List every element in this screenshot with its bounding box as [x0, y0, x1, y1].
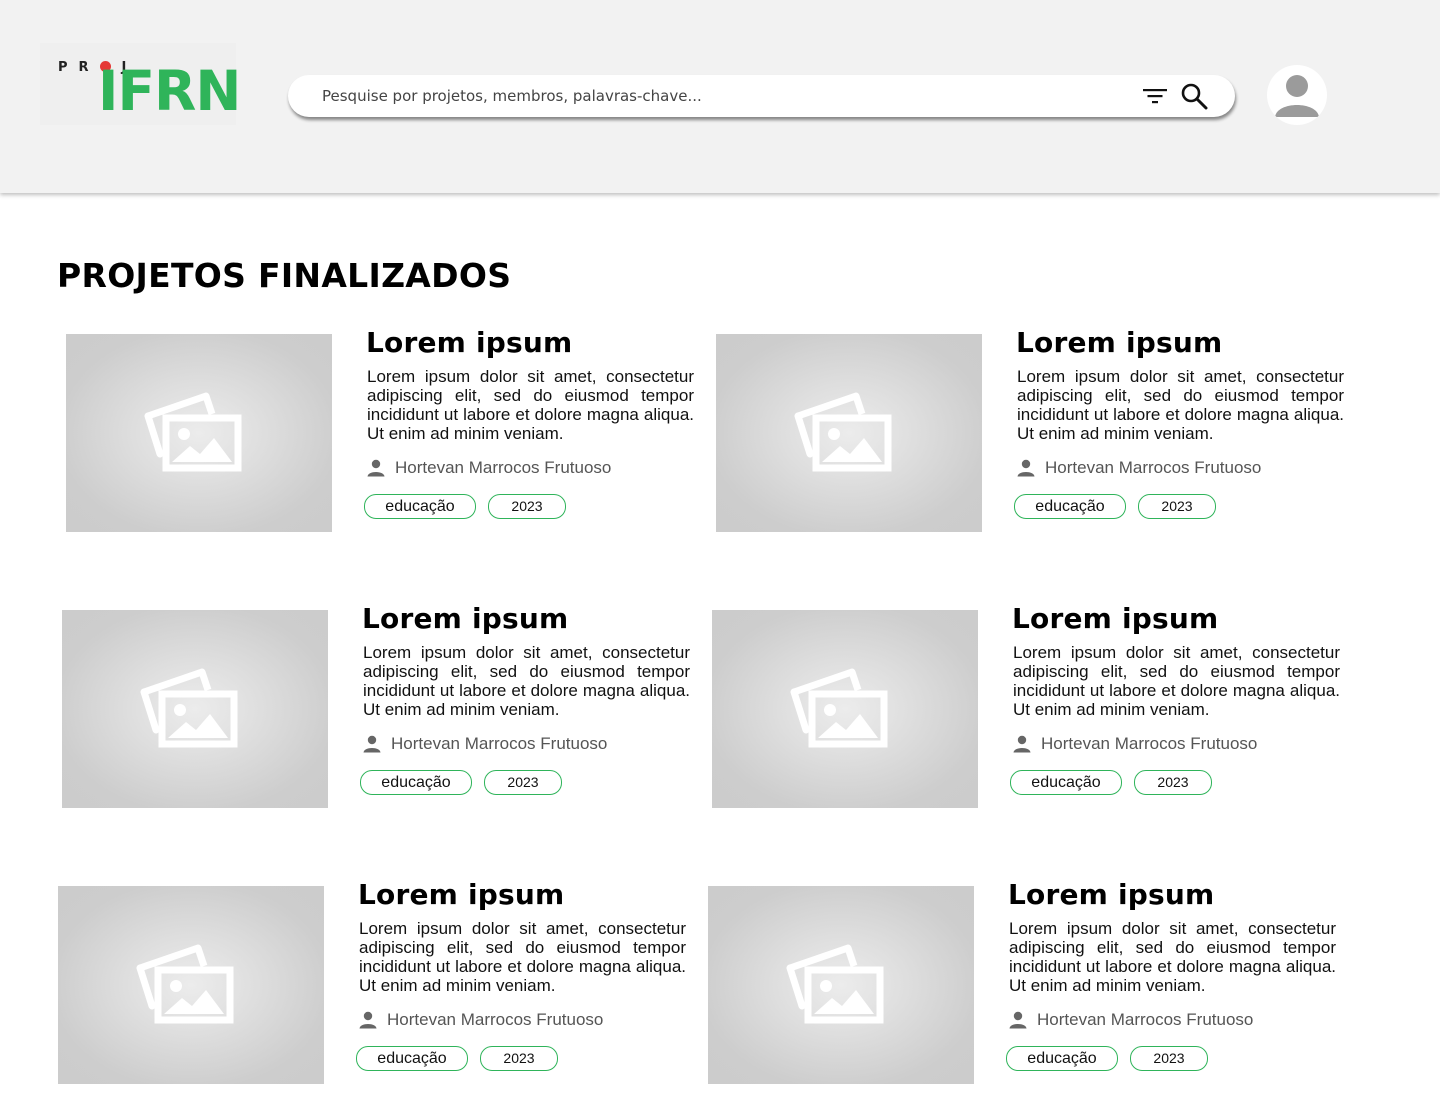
category-tag[interactable]: educação: [364, 494, 476, 519]
person-icon: [359, 1011, 377, 1029]
category-tag[interactable]: educação: [360, 770, 472, 795]
project-card[interactable]: Lorem ipsum Lorem ipsum dolor sit amet, …: [708, 878, 1348, 1086]
page-title: PROJETOS FINALIZADOS: [57, 256, 512, 295]
project-description: Lorem ipsum dolor sit amet, consectetur …: [363, 643, 690, 719]
project-description: Lorem ipsum dolor sit amet, consectetur …: [1017, 367, 1344, 443]
project-author-name: Hortevan Marrocos Frutuoso: [387, 1010, 604, 1029]
project-author-name: Hortevan Marrocos Frutuoso: [1041, 734, 1258, 753]
project-card[interactable]: Lorem ipsum Lorem ipsum dolor sit amet, …: [58, 878, 698, 1086]
project-author[interactable]: Hortevan Marrocos Frutuoso: [1017, 457, 1261, 479]
project-thumbnail[interactable]: [62, 610, 328, 808]
person-icon: [1009, 1011, 1027, 1029]
year-tag[interactable]: 2023: [1134, 770, 1212, 795]
project-title[interactable]: Lorem ipsum: [1012, 602, 1218, 635]
image-placeholder-icon: [790, 668, 888, 748]
project-card[interactable]: Lorem ipsum Lorem ipsum dolor sit amet, …: [62, 602, 702, 810]
project-thumbnail[interactable]: [708, 886, 974, 1084]
image-placeholder-icon: [786, 944, 884, 1024]
project-title[interactable]: Lorem ipsum: [1008, 878, 1214, 911]
project-thumbnail[interactable]: [712, 610, 978, 808]
year-tag[interactable]: 2023: [480, 1046, 558, 1071]
project-description: Lorem ipsum dolor sit amet, consectetur …: [1013, 643, 1340, 719]
project-author[interactable]: Hortevan Marrocos Frutuoso: [1013, 733, 1257, 755]
project-author[interactable]: Hortevan Marrocos Frutuoso: [359, 1009, 603, 1031]
project-author-name: Hortevan Marrocos Frutuoso: [1037, 1010, 1254, 1029]
project-title[interactable]: Lorem ipsum: [358, 878, 564, 911]
project-author[interactable]: Hortevan Marrocos Frutuoso: [1009, 1009, 1253, 1031]
person-icon: [367, 459, 385, 477]
user-avatar-icon: [1275, 75, 1319, 117]
year-tag[interactable]: 2023: [488, 494, 566, 519]
year-tag[interactable]: 2023: [484, 770, 562, 795]
search-icon[interactable]: [1180, 82, 1208, 110]
search-input[interactable]: [322, 85, 1122, 107]
project-description: Lorem ipsum dolor sit amet, consectetur …: [359, 919, 686, 995]
project-author-name: Hortevan Marrocos Frutuoso: [391, 734, 608, 753]
category-tag[interactable]: educação: [1010, 770, 1122, 795]
search-bar: [288, 75, 1235, 117]
user-avatar[interactable]: [1267, 65, 1327, 125]
project-title[interactable]: Lorem ipsum: [366, 326, 572, 359]
project-author-name: Hortevan Marrocos Frutuoso: [395, 458, 612, 477]
project-card[interactable]: Lorem ipsum Lorem ipsum dolor sit amet, …: [716, 326, 1356, 534]
filter-icon[interactable]: [1142, 86, 1168, 106]
project-thumbnail[interactable]: [716, 334, 982, 532]
image-placeholder-icon: [140, 668, 238, 748]
image-placeholder-icon: [144, 392, 242, 472]
category-tag[interactable]: educação: [1006, 1046, 1118, 1071]
category-tag[interactable]: educação: [356, 1046, 468, 1071]
person-icon: [363, 735, 381, 753]
project-author-name: Hortevan Marrocos Frutuoso: [1045, 458, 1262, 477]
image-placeholder-icon: [794, 392, 892, 472]
project-thumbnail[interactable]: [58, 886, 324, 1084]
project-description: Lorem ipsum dolor sit amet, consectetur …: [1009, 919, 1336, 995]
project-author[interactable]: Hortevan Marrocos Frutuoso: [363, 733, 607, 755]
project-title[interactable]: Lorem ipsum: [362, 602, 568, 635]
project-author[interactable]: Hortevan Marrocos Frutuoso: [367, 457, 611, 479]
project-description: Lorem ipsum dolor sit amet, consectetur …: [367, 367, 694, 443]
year-tag[interactable]: 2023: [1138, 494, 1216, 519]
category-tag[interactable]: educação: [1014, 494, 1126, 519]
image-placeholder-icon: [136, 944, 234, 1024]
person-icon: [1017, 459, 1035, 477]
person-icon: [1013, 735, 1031, 753]
project-card[interactable]: Lorem ipsum Lorem ipsum dolor sit amet, …: [712, 602, 1352, 810]
year-tag[interactable]: 2023: [1130, 1046, 1208, 1071]
logo-ifrn-text: IFRN: [98, 59, 241, 123]
top-header: PR J IFRN: [0, 0, 1440, 193]
project-thumbnail[interactable]: [66, 334, 332, 532]
project-title[interactable]: Lorem ipsum: [1016, 326, 1222, 359]
project-card[interactable]: Lorem ipsum Lorem ipsum dolor sit amet, …: [66, 326, 706, 534]
